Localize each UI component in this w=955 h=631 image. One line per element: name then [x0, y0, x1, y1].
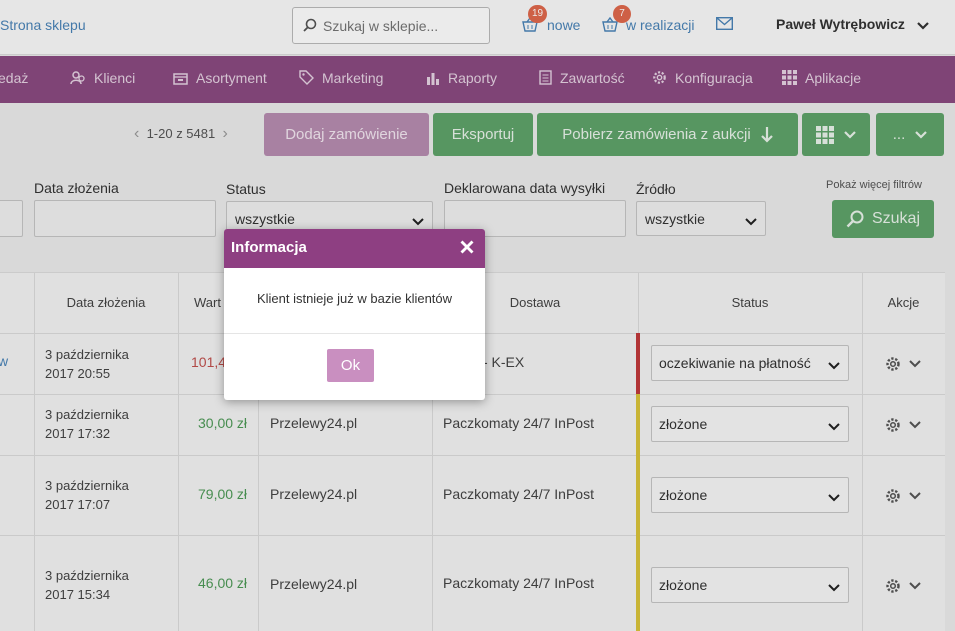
close-icon[interactable] [455, 235, 479, 259]
ok-button-label: Ok [340, 357, 361, 374]
dialog-title: Informacja [231, 239, 307, 256]
dialog-body: Klient istnieje już w bazie klientów [224, 268, 485, 334]
dialog-message: Klient istnieje już w bazie klientów [256, 291, 453, 306]
ok-button[interactable]: Ok [327, 349, 374, 382]
dialog-header: Informacja [224, 229, 485, 268]
info-dialog: Informacja Klient istnieje już w bazie k… [224, 229, 485, 400]
